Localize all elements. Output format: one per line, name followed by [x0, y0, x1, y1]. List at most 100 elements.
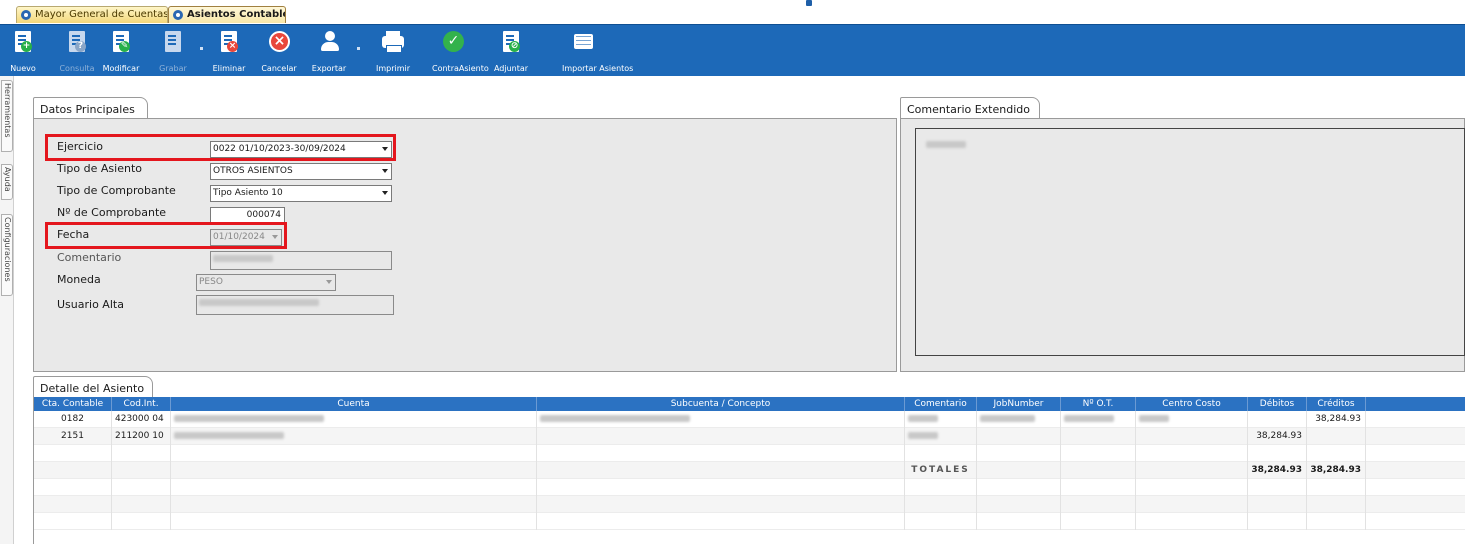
side-tab-configuraciones[interactable]: Configuraciones [1, 214, 13, 296]
exportar-button[interactable]: Exportar [312, 29, 346, 75]
highlight-box [45, 222, 287, 249]
tab-detalle-asiento[interactable]: Detalle del Asiento [33, 376, 153, 398]
totales-label: TOTALES [905, 462, 977, 479]
redacted-text [174, 415, 324, 422]
nuevo-button[interactable]: + Nuevo [10, 29, 36, 75]
cell-nro-ot [1061, 428, 1136, 445]
query-document-icon: ? [69, 31, 86, 52]
cancel-icon: × [269, 31, 290, 52]
tipo-comprobante-label: Tipo de Comprobante [57, 184, 176, 197]
tab-comentario-extendido[interactable]: Comentario Extendido [900, 97, 1040, 119]
col-header-debitos[interactable]: Débitos [1248, 397, 1307, 411]
cell-cuenta [171, 411, 537, 428]
delete-document-icon: × [221, 31, 238, 52]
excel-import-icon [574, 34, 593, 49]
tab-label: Mayor General de Cuentas [35, 9, 168, 20]
detalle-grid: Cta. Contable Cod.Int. Cuenta Subcuenta … [33, 397, 1465, 544]
importar-asientos-button[interactable]: Importar Asientos [562, 29, 633, 75]
attach-document-icon: ⊘ [503, 31, 520, 52]
modificar-button[interactable]: ✎ Modificar [103, 29, 139, 75]
redacted-text [199, 299, 319, 306]
col-header-cta-contable[interactable]: Cta. Contable [34, 397, 112, 411]
cell-jobnumber [977, 428, 1061, 445]
total-creditos: 38,284.93 [1307, 462, 1366, 479]
moneda-label: Moneda [57, 273, 101, 286]
cell-credito [1307, 428, 1366, 445]
side-tab-ayuda[interactable]: Ayuda [1, 164, 13, 200]
redacted-text [1139, 415, 1169, 422]
tab-mayor-general[interactable]: Mayor General de Cuentas [16, 6, 168, 23]
table-row[interactable]: 0182 423000 04 38,284.93 [34, 411, 1465, 428]
nro-comprobante-label: Nº de Comprobante [57, 206, 167, 219]
chevron-down-icon [382, 191, 388, 195]
cell-comentario [905, 411, 977, 428]
cell-nro-ot [1061, 411, 1136, 428]
table-row-empty [34, 445, 1465, 462]
cell-cod: 211200 10 [112, 428, 171, 445]
side-panel: Herramientas Ayuda Configuraciones [0, 76, 14, 544]
grid-header: Cta. Contable Cod.Int. Cuenta Subcuenta … [34, 397, 1465, 411]
edit-document-icon: ✎ [113, 31, 130, 52]
col-header-nro-ot[interactable]: Nº O.T. [1061, 397, 1136, 411]
separator [357, 47, 360, 50]
export-user-icon [321, 31, 339, 53]
adjuntar-button[interactable]: ⊘ Adjuntar [494, 29, 528, 75]
col-header-creditos[interactable]: Créditos [1307, 397, 1366, 411]
redacted-text [980, 415, 1035, 422]
grabar-button[interactable]: Grabar [159, 29, 187, 75]
highlight-box [45, 134, 396, 161]
comentario-input[interactable] [210, 251, 392, 270]
col-header-cod-int[interactable]: Cod.Int. [112, 397, 171, 411]
col-header-empty [1366, 397, 1465, 411]
contraasiento-button[interactable]: ✓ ContraAsiento [432, 29, 489, 75]
cell-comentario [905, 428, 977, 445]
moneda-select[interactable]: PESO [196, 274, 336, 291]
cell-cta: 2151 [34, 428, 112, 445]
table-row-empty [34, 496, 1465, 513]
col-header-comentario[interactable]: Comentario [905, 397, 977, 411]
tipo-comprobante-select[interactable]: Tipo Asiento 10 [210, 185, 392, 202]
checkmark-icon: ✓ [443, 31, 464, 52]
tab-datos-principales[interactable]: Datos Principales [33, 97, 148, 119]
chevron-down-icon [326, 280, 332, 284]
redacted-text [540, 415, 690, 422]
redacted-text [213, 255, 273, 262]
col-header-jobnumber[interactable]: JobNumber [977, 397, 1061, 411]
imprimir-button[interactable]: Imprimir [376, 29, 410, 75]
module-icon [21, 10, 32, 20]
module-icon [173, 10, 184, 20]
cell-centro-costo [1136, 411, 1248, 428]
eliminar-button[interactable]: × Eliminar [213, 29, 245, 75]
col-header-subcuenta[interactable]: Subcuenta / Concepto [537, 397, 905, 411]
cell-cuenta [171, 428, 537, 445]
usuario-alta-label: Usuario Alta [57, 298, 124, 311]
usuario-alta-input [196, 295, 394, 315]
redacted-text [174, 432, 284, 439]
col-header-cuenta[interactable]: Cuenta [171, 397, 537, 411]
redacted-text [926, 141, 966, 148]
cell-centro-costo [1136, 428, 1248, 445]
redacted-text [908, 432, 938, 439]
tab-asientos-contables[interactable]: Asientos Contables [168, 6, 286, 23]
redacted-text [1064, 415, 1114, 422]
save-icon [165, 31, 181, 52]
comentario-label: Comentario [57, 251, 122, 264]
col-header-centro-costo[interactable]: Centro Costo [1136, 397, 1248, 411]
consulta-button[interactable]: ? Consulta [59, 29, 95, 75]
tipo-asiento-select[interactable]: OTROS ASIENTOS [210, 163, 392, 180]
cell-debito: 38,284.93 [1248, 428, 1307, 445]
cancelar-button[interactable]: × Cancelar [261, 29, 297, 75]
cell-debito [1248, 411, 1307, 428]
totales-row: TOTALES 38,284.93 38,284.93 [34, 462, 1465, 479]
cell-credito: 38,284.93 [1307, 411, 1366, 428]
printer-icon [382, 31, 404, 53]
redacted-text [908, 415, 938, 422]
table-row-empty [34, 513, 1465, 530]
tab-label: Asientos Contables [187, 9, 286, 20]
side-tab-herramientas[interactable]: Herramientas [1, 80, 13, 152]
total-debitos: 38,284.93 [1248, 462, 1307, 479]
comentario-extendido-textarea[interactable] [915, 128, 1465, 356]
table-row[interactable]: 2151 211200 10 38,284.93 [34, 428, 1465, 445]
new-document-icon: + [15, 31, 32, 52]
chevron-down-icon [382, 169, 388, 173]
